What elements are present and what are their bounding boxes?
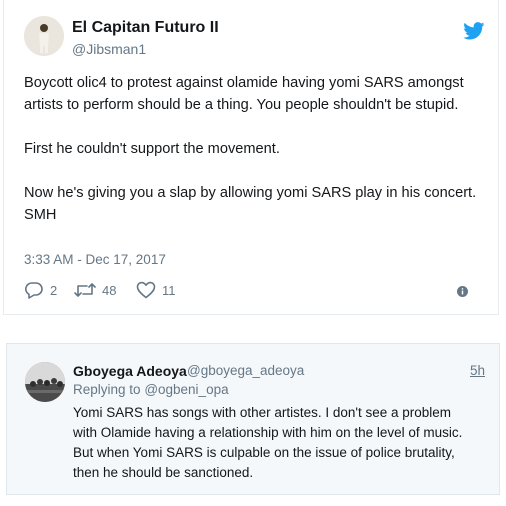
reply-line: But when Yomi SARS is culpable on the is… xyxy=(73,445,455,460)
replying-to: Replying to @ogbeni_opa xyxy=(73,382,229,397)
tweet-timestamp[interactable]: 3:33 AM - Dec 17, 2017 xyxy=(24,252,166,267)
reply-icon xyxy=(25,282,43,299)
tweet-paragraph: First he couldn't support the movement. xyxy=(24,141,280,157)
twitter-bird-icon[interactable] xyxy=(463,22,485,40)
reply-button[interactable]: 2 xyxy=(24,279,57,301)
avatar[interactable] xyxy=(25,362,65,402)
reply-user-handle[interactable]: @gboyega_adeoya xyxy=(187,363,304,378)
retweet-icon xyxy=(74,283,96,297)
info-icon[interactable] xyxy=(457,285,468,297)
reply-line: with Olamide having a relationship with … xyxy=(73,425,463,440)
like-icon xyxy=(136,281,156,299)
tweet-paragraph: Boycott olic4 to protest against olamide… xyxy=(24,75,464,113)
reply-text: Yomi SARS has songs with other artistes.… xyxy=(73,403,493,483)
replying-to-handle[interactable]: @ogbeni_opa xyxy=(144,382,228,397)
reply-timestamp[interactable]: 5h xyxy=(470,363,485,378)
action-bar: 2 48 11 xyxy=(24,279,484,301)
retweet-button[interactable]: 48 xyxy=(74,279,116,301)
tweet-text: Boycott olic4 to protest against olamide… xyxy=(24,72,484,226)
reply-line: Yomi SARS has songs with other artistes.… xyxy=(73,405,452,420)
reply-count: 2 xyxy=(50,282,58,298)
replying-to-label: Replying to xyxy=(73,382,141,397)
like-button[interactable]: 11 xyxy=(136,279,176,301)
like-count: 11 xyxy=(162,282,176,298)
display-name[interactable]: El Capitan Futuro II xyxy=(72,19,219,37)
tweet-paragraph: Now he's giving you a slap by allowing y… xyxy=(24,185,477,223)
retweet-count: 48 xyxy=(102,282,117,298)
avatar[interactable] xyxy=(24,16,64,56)
tweet-card: El Capitan Futuro II @Jibsman1 Boycott o… xyxy=(3,0,499,315)
reply-tweet-card[interactable]: Gboyega Adeoya @gboyega_adeoya 5h Replyi… xyxy=(6,343,500,495)
reply-line: then he should be sanctioned. xyxy=(73,465,254,480)
reply-display-name[interactable]: Gboyega Adeoya xyxy=(73,363,187,379)
user-handle[interactable]: @Jibsman1 xyxy=(72,41,146,57)
